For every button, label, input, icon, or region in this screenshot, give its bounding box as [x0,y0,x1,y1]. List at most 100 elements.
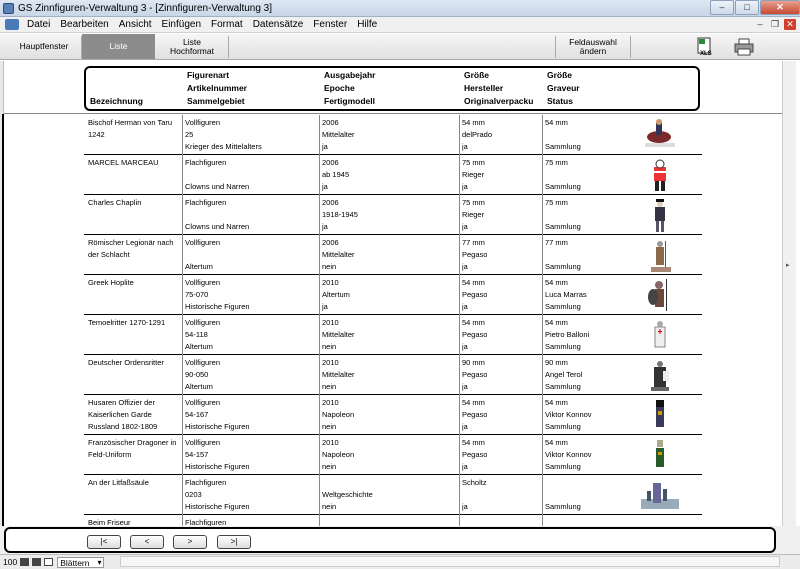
header-hersteller[interactable]: Hersteller [464,82,533,95]
table-cell[interactable]: 54 mm Pegaso ja [462,277,487,313]
figure-photo[interactable] [639,277,681,313]
table-cell[interactable]: 54 mm Viktor Konnov Sammlung [545,437,592,473]
table-cell[interactable]: 90 mm Angel Terol Sammlung [545,357,582,393]
table-cell[interactable]: 54 mm Pegaso ja [462,437,487,473]
header-artikelnummer[interactable]: Artikelnummer [187,82,247,95]
table-cell[interactable]: 2006 1918-1945 ja [322,197,358,233]
table-row[interactable]: Beim Friseur Flachfiguren [84,515,702,526]
header-bezeichnung[interactable]: Bezeichnung [90,95,143,108]
maximize-button[interactable]: □ [735,0,759,15]
table-cell[interactable]: Scholtz ja [462,477,487,513]
doc-minimize-button[interactable]: – [754,19,766,30]
table-row[interactable]: Römischer Legionär nach der Schlacht Vollf… [84,235,702,275]
table-cell[interactable]: 75 mm Rieger ja [462,197,485,233]
figure-photo[interactable] [639,317,681,353]
table-cell[interactable]: Vollfiguren 54-157 Historische Figuren [185,437,250,473]
liste-hochformat-button[interactable]: Liste Hochformat [156,34,228,59]
last-record-button[interactable]: >| [217,535,251,549]
menu-fenster[interactable]: Fenster [308,19,352,30]
table-cell[interactable]: Flachfiguren Clowns und Narren [185,197,249,233]
table-cell[interactable]: Vollfiguren 90-050 Altertum [185,357,220,393]
previous-record-button[interactable]: < [130,535,164,549]
header-originalverpackung[interactable]: Originalverpacku [464,95,533,108]
printer-icon[interactable] [734,38,754,56]
table-cell[interactable]: 54 mm Pietro Balloni Sammlung [545,317,589,353]
table-cell[interactable]: 54 mm Viktor Konnov Sammlung [545,397,592,433]
table-cell[interactable]: 54 mm delPrado ja [462,117,492,153]
table-cell[interactable]: Flachfiguren Clowns und Narren [185,157,249,193]
figure-photo[interactable] [639,397,681,433]
table-cell[interactable]: 2006 Mittelalter ja [322,117,355,153]
table-cell[interactable]: 2010 Altertum ja [322,277,350,313]
cell-bezeichnung[interactable]: Husaren Offizier der Kaiserlichen Garde Ru… [88,397,157,433]
table-row[interactable]: Temoelritter 1270-1291 Vollfiguren 54-118… [84,315,702,355]
zoom-out-icon[interactable] [20,558,30,566]
table-cell[interactable] [322,517,324,526]
table-row[interactable]: Französischer Dragoner in Feld-Uniform Vol… [84,435,702,475]
table-row[interactable]: Husaren Offizier der Kaiserlichen Garde Ru… [84,395,702,435]
table-cell[interactable]: 2010 Mittelalter nein [322,317,355,353]
table-cell[interactable]: Vollfiguren 54-118 Altertum [185,317,220,353]
figure-photo[interactable] [639,157,681,193]
hauptfenster-button[interactable]: Hauptfenster [8,34,80,59]
table-row[interactable]: MARCEL MARCEAU Flachfiguren Clowns und N… [84,155,702,195]
table-cell[interactable]: 75 mm Rieger ja [462,157,485,193]
table-cell[interactable]: 2006 ab 1945 ja [322,157,349,193]
header-fertigmodell[interactable]: Fertigmodell [324,95,376,108]
cell-bezeichnung[interactable]: Römischer Legionär nach der Schlacht [88,237,173,261]
table-cell[interactable]: Sammlung [545,477,581,513]
table-cell[interactable]: 75 mm Sammlung [545,197,581,233]
table-row[interactable]: Deutscher Ordensritter Vollfiguren 90-050… [84,355,702,395]
header-groesse-2[interactable]: Größe [547,69,580,82]
vertical-scrollbar[interactable]: ▸ [782,61,796,526]
layout-toggle-icon[interactable] [44,558,54,566]
close-button[interactable]: ✕ [760,0,800,15]
figure-photo[interactable] [639,357,681,393]
figure-photo[interactable] [639,117,681,153]
menu-einfuegen[interactable]: Einfügen [157,19,206,30]
header-groesse[interactable]: Größe [464,69,533,82]
menu-bearbeiten[interactable]: Bearbeiten [55,19,113,30]
table-cell[interactable]: 90 mm Pegaso ja [462,357,487,393]
table-cell[interactable]: 54 mm Luca Marras Sammlung [545,277,587,313]
header-figurenart[interactable]: Figurenart [187,69,247,82]
menu-datei[interactable]: Datei [22,19,55,30]
header-epoche[interactable]: Epoche [324,82,376,95]
first-record-button[interactable]: |< [87,535,121,549]
header-status[interactable]: Status [547,95,580,108]
cell-bezeichnung[interactable]: Deutscher Ordensritter [88,357,164,381]
zoom-level[interactable]: 100 [3,557,17,567]
minimize-button[interactable]: – [710,0,734,15]
table-row[interactable]: Charles Chaplin Flachfiguren Clowns und … [84,195,702,235]
table-cell[interactable]: 2010 Napoleon nein [322,437,354,473]
liste-button[interactable]: Liste [82,34,155,59]
document-icon[interactable] [5,19,19,30]
table-cell[interactable]: 77 mm Pegaso ja [462,237,487,273]
cell-bezeichnung[interactable]: Bischof Herman von Taru 1242 [88,117,172,141]
doc-close-button[interactable]: ✕ [784,19,796,30]
figure-photo[interactable] [639,197,681,233]
cell-bezeichnung[interactable]: Charles Chaplin [88,197,141,221]
table-cell[interactable]: Flachfiguren [185,517,226,526]
table-cell[interactable]: 54 mm Pegaso ja [462,317,487,353]
figure-photo[interactable] [639,437,681,473]
table-row[interactable]: Bischof Herman von Taru 1242 Vollfiguren 25… [84,115,702,155]
figure-photo[interactable] [639,477,681,513]
doc-restore-button[interactable]: ❐ [769,19,781,30]
table-row[interactable]: An der Litfaßsäule Flachfiguren 0203 Histo… [84,475,702,515]
table-cell[interactable]: 2010 Napoleon nein [322,397,354,433]
table-cell[interactable]: 54 mm Sammlung [545,117,581,153]
cell-bezeichnung[interactable]: Temoelritter 1270-1291 [88,317,165,341]
zoom-in-icon[interactable] [32,558,42,566]
table-cell[interactable]: 75 mm Sammlung [545,157,581,193]
table-cell[interactable]: Vollfiguren 25 Krieger des Mittelalters [185,117,262,153]
header-ausgabejahr[interactable]: Ausgabejahr [324,69,376,82]
horizontal-scrollbar[interactable] [120,556,780,567]
table-cell[interactable]: 2010 Mittelalter nein [322,357,355,393]
cell-bezeichnung[interactable]: An der Litfaßsäule [88,477,149,501]
header-graveur[interactable]: Graveur [547,82,580,95]
next-record-button[interactable]: > [173,535,207,549]
menu-datensaetze[interactable]: Datensätze [248,19,309,30]
excel-export-icon[interactable]: XLS [697,37,715,57]
table-cell[interactable] [545,517,547,526]
